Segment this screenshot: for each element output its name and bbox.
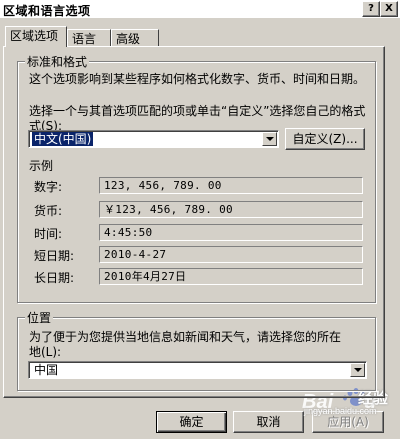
- cancel-button[interactable]: 取消: [233, 411, 304, 433]
- sample-time-value: 4:45:50: [99, 224, 363, 241]
- close-button[interactable]: X: [380, 1, 398, 17]
- sample-time-label: 时间:: [34, 227, 63, 241]
- chevron-down-icon[interactable]: [350, 363, 365, 377]
- locale-selected-value: 中文(中国): [32, 132, 94, 146]
- sample-long-date-value: 2010年4月27日: [99, 268, 363, 285]
- choose-format-text: 选择一个与其首选项匹配的项或单击“自定义”选择您自己的格式: [29, 104, 366, 118]
- location-description: 为了便于为您提供当地信息如新闻和天气，请选择您的所在: [29, 330, 342, 344]
- region-language-dialog: 区域和语言选项 ? X 区域选项 语言 高级 标准和格式 这个选项影响到某些程序…: [0, 0, 400, 439]
- location-group-label: 位置: [25, 309, 54, 326]
- location-selected-value: 中国: [34, 363, 59, 377]
- tab-regional-options[interactable]: 区域选项: [5, 26, 67, 47]
- location-dropdown[interactable]: 中国: [28, 361, 367, 379]
- sample-currency-label: 货币:: [34, 204, 63, 218]
- chevron-down-icon[interactable]: [262, 132, 277, 146]
- samples-label: 示例: [29, 159, 54, 173]
- tab-page: 标准和格式 这个选项影响到某些程序如何格式化数字、货币、时间和日期。 选择一个与…: [3, 46, 385, 398]
- sample-short-date-value: 2010-4-27: [99, 246, 363, 263]
- help-button[interactable]: ?: [362, 1, 380, 17]
- location-description-2: 地(L):: [29, 345, 62, 359]
- window-title: 区域和语言选项: [3, 4, 91, 18]
- standards-group-label: 标准和格式: [25, 53, 90, 70]
- tab-advanced[interactable]: 高级: [111, 29, 159, 47]
- sample-short-date-label: 短日期:: [34, 249, 75, 263]
- customize-button[interactable]: 自定义(Z)...: [285, 128, 365, 150]
- title-bar: 区域和语言选项 ? X: [0, 0, 400, 18]
- tab-languages[interactable]: 语言: [67, 29, 111, 47]
- sample-number-label: 数字:: [34, 180, 63, 194]
- sample-long-date-label: 长日期:: [34, 271, 75, 285]
- watermark-url: jingyan.baidu.com: [304, 406, 377, 416]
- ok-button[interactable]: 确定: [156, 411, 227, 433]
- locale-dropdown[interactable]: 中文(中国): [28, 130, 279, 148]
- sample-number-value: 123, 456, 789. 00: [99, 177, 363, 194]
- standards-description: 这个选项影响到某些程序如何格式化数字、货币、时间和日期。: [29, 72, 366, 86]
- sample-currency-value: ￥123, 456, 789. 00: [99, 201, 363, 218]
